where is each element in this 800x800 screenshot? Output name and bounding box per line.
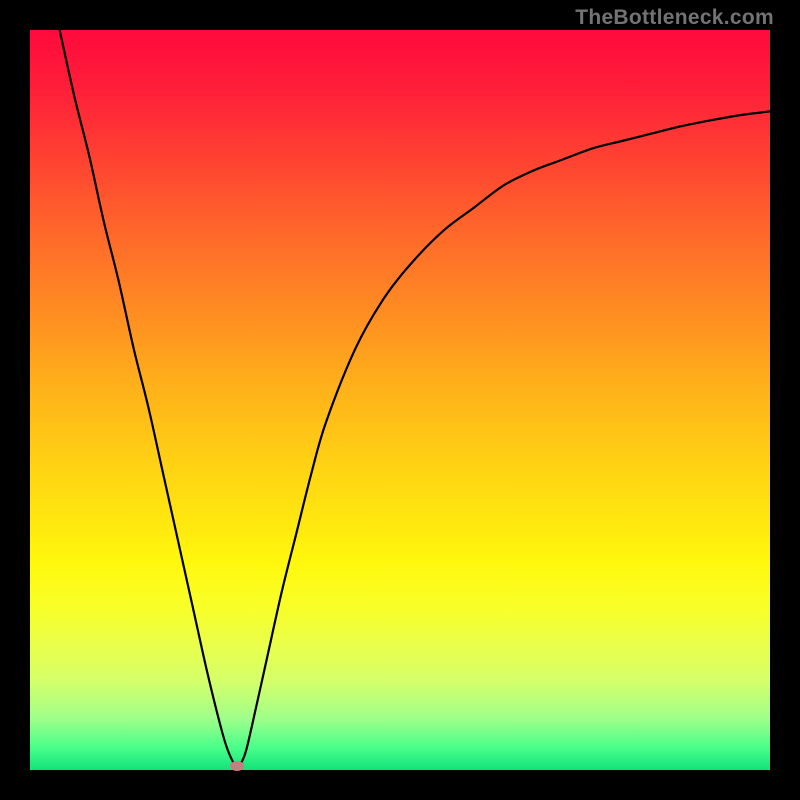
chart-viewport: TheBottleneck.com: [0, 0, 800, 800]
plot-area: [30, 30, 770, 770]
bottleneck-curve: [30, 30, 770, 770]
minima-marker: [230, 761, 244, 771]
watermark-text: TheBottleneck.com: [575, 6, 774, 30]
